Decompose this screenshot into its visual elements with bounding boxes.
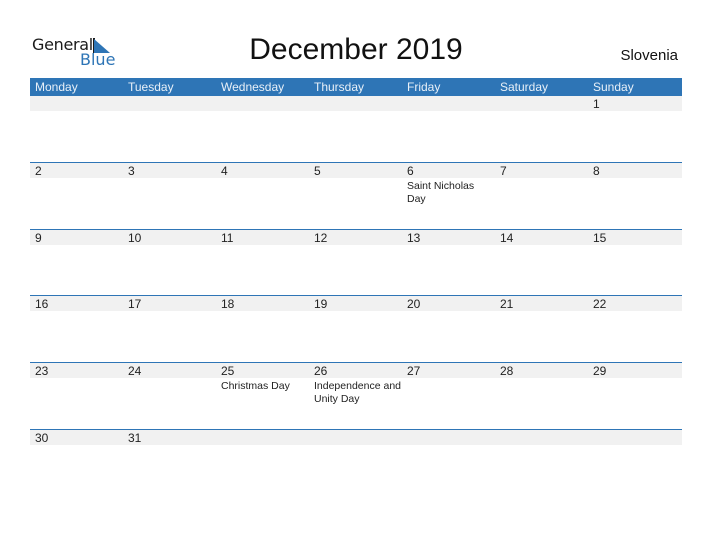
country-label: Slovenia (620, 47, 678, 64)
day-cell: 5 (309, 163, 402, 230)
day-cell (309, 96, 402, 163)
day-number: 28 (500, 364, 514, 378)
day-cell (402, 430, 495, 497)
day-number: 5 (314, 164, 321, 178)
day-number: 25 (221, 364, 235, 378)
day-number: 27 (407, 364, 421, 378)
day-cell: 28 (495, 363, 588, 430)
week-row: 9 10 11 12 13 14 15 (30, 229, 682, 297)
day-number: 1 (593, 97, 600, 111)
day-cell (402, 96, 495, 163)
day-number: 12 (314, 231, 328, 245)
day-number: 30 (35, 431, 49, 445)
week-row: 30 31 (30, 429, 682, 497)
day-cell: 15 (588, 230, 681, 297)
day-cell: 20 (402, 296, 495, 363)
day-cell: 25 Christmas Day (216, 363, 309, 430)
day-number: 8 (593, 164, 600, 178)
weekday-monday: Monday (35, 80, 78, 94)
day-number: 7 (500, 164, 507, 178)
day-number: 23 (35, 364, 49, 378)
weekday-tuesday: Tuesday (128, 80, 174, 94)
day-cell: 24 (123, 363, 216, 430)
day-number: 21 (500, 297, 514, 311)
day-cell (495, 96, 588, 163)
day-cell: 7 (495, 163, 588, 230)
day-cell: 4 (216, 163, 309, 230)
day-cell: 3 (123, 163, 216, 230)
week-row: 2 3 4 5 6 Saint Nicholas Day 7 8 (30, 162, 682, 230)
day-cell: 6 Saint Nicholas Day (402, 163, 495, 230)
day-cell: 30 (30, 430, 123, 497)
day-number: 29 (593, 364, 607, 378)
day-cell: 21 (495, 296, 588, 363)
day-number: 6 (407, 164, 414, 178)
weekday-saturday: Saturday (500, 80, 549, 94)
day-cell (30, 96, 123, 163)
day-number: 9 (35, 231, 42, 245)
day-number: 16 (35, 297, 49, 311)
day-cell: 17 (123, 296, 216, 363)
day-cell: 23 (30, 363, 123, 430)
day-number: 20 (407, 297, 421, 311)
day-cell: 11 (216, 230, 309, 297)
day-number: 31 (128, 431, 142, 445)
day-cell: 19 (309, 296, 402, 363)
day-cell: 31 (123, 430, 216, 497)
day-cell: 13 (402, 230, 495, 297)
day-number: 13 (407, 231, 421, 245)
day-number: 22 (593, 297, 607, 311)
day-number: 2 (35, 164, 42, 178)
day-number: 15 (593, 231, 607, 245)
week-row: 16 17 18 19 20 21 22 (30, 295, 682, 363)
weekday-friday: Friday (407, 80, 441, 94)
weekday-sunday: Sunday (593, 80, 634, 94)
day-cell (495, 430, 588, 497)
day-number: 18 (221, 297, 235, 311)
day-cell: 14 (495, 230, 588, 297)
day-number: 24 (128, 364, 142, 378)
day-number: 26 (314, 364, 328, 378)
day-cell: 27 (402, 363, 495, 430)
day-cell: 9 (30, 230, 123, 297)
day-cell: 2 (30, 163, 123, 230)
calendar-title: December 2019 (249, 33, 463, 66)
week-row: 1 (30, 96, 682, 163)
holiday-label: Saint Nicholas Day (407, 180, 475, 205)
weekday-header: Monday Tuesday Wednesday Thursday Friday Satu… (30, 78, 682, 96)
day-number: 19 (314, 297, 328, 311)
day-cell: 22 (588, 296, 681, 363)
day-cell: 1 (588, 96, 681, 163)
day-cell: 18 (216, 296, 309, 363)
day-cell: 8 (588, 163, 681, 230)
day-cell (309, 430, 402, 497)
holiday-label: Christmas Day (221, 380, 290, 392)
day-number: 10 (128, 231, 142, 245)
day-number: 4 (221, 164, 228, 178)
week-row: 23 24 25 Christmas Day 26 Independence and Un… (30, 362, 682, 430)
day-cell: 16 (30, 296, 123, 363)
day-number: 17 (128, 297, 142, 311)
day-cell: 29 (588, 363, 681, 430)
day-cell: 10 (123, 230, 216, 297)
holiday-label: Independence and Unity Day (314, 380, 401, 405)
day-cell (588, 430, 681, 497)
day-number: 3 (128, 164, 135, 178)
day-number: 14 (500, 231, 514, 245)
weekday-thursday: Thursday (314, 80, 365, 94)
day-cell (123, 96, 216, 163)
weekday-wednesday: Wednesday (221, 80, 285, 94)
day-cell: 26 Independence and Unity Day (309, 363, 402, 430)
day-cell (216, 96, 309, 163)
day-number: 11 (221, 231, 234, 245)
day-cell: 12 (309, 230, 402, 297)
day-cell (216, 430, 309, 497)
